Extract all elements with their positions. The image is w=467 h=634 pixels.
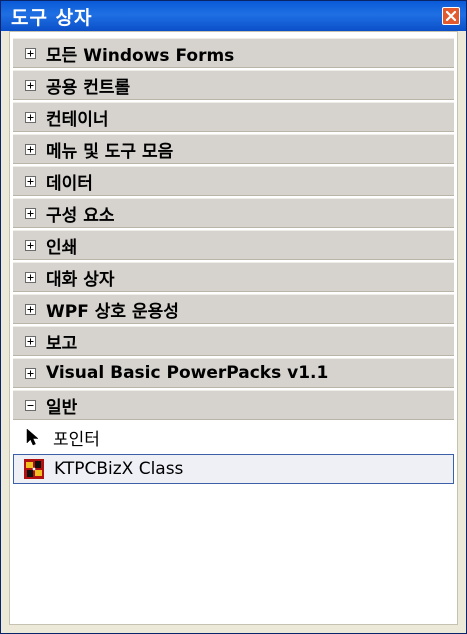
expand-icon[interactable] — [25, 303, 36, 315]
toolbox-panel: 모든 Windows Forms 공용 컨트롤 컨테이너 메뉴 및 도구 모음 … — [9, 31, 458, 625]
group-wpf-interop[interactable]: WPF 상호 운용성 — [13, 294, 454, 324]
group-label: 메뉴 및 도구 모음 — [46, 141, 174, 162]
toolbox-list: 모든 Windows Forms 공용 컨트롤 컨테이너 메뉴 및 도구 모음 … — [10, 32, 457, 484]
group-label: 인쇄 — [46, 237, 78, 258]
group-data[interactable]: 데이터 — [13, 166, 454, 196]
close-button[interactable] — [442, 7, 460, 25]
tool-item-label: 포인터 — [53, 429, 100, 450]
group-label: 공용 컨트롤 — [46, 77, 131, 98]
window-title: 도구 상자 — [11, 6, 93, 29]
tool-item-pointer[interactable]: 포인터 — [13, 422, 454, 452]
tool-item-ktpcbizx-class[interactable]: KTPCBizX Class — [13, 454, 454, 484]
group-containers[interactable]: 컨테이너 — [13, 102, 454, 132]
collapse-icon[interactable] — [25, 399, 36, 411]
group-label: 대화 상자 — [46, 269, 115, 290]
group-common-controls[interactable]: 공용 컨트롤 — [13, 70, 454, 100]
group-label: 일반 — [46, 397, 78, 418]
group-label: Visual Basic PowerPacks v1.1 — [46, 363, 329, 383]
group-menus-toolbars[interactable]: 메뉴 및 도구 모음 — [13, 134, 454, 164]
expand-icon[interactable] — [25, 175, 36, 187]
expand-icon[interactable] — [25, 367, 36, 379]
ktpcbizx-component-icon — [24, 459, 44, 479]
expand-icon[interactable] — [25, 111, 36, 123]
group-vb-powerpacks[interactable]: Visual Basic PowerPacks v1.1 — [13, 358, 454, 388]
expand-icon[interactable] — [25, 239, 36, 251]
group-label: 보고 — [46, 333, 78, 354]
toolbox-window: 도구 상자 모든 Windows Forms 공용 컨트롤 컨테이너 메뉴 및 … — [0, 0, 467, 634]
group-printing[interactable]: 인쇄 — [13, 230, 454, 260]
group-general[interactable]: 일반 — [13, 390, 454, 420]
expand-icon[interactable] — [25, 335, 36, 347]
group-components[interactable]: 구성 요소 — [13, 198, 454, 228]
tool-item-label: KTPCBizX Class — [54, 459, 184, 479]
expand-icon[interactable] — [25, 207, 36, 219]
group-label: 모든 Windows Forms — [46, 45, 235, 66]
expand-icon[interactable] — [25, 143, 36, 155]
group-label: 데이터 — [46, 173, 93, 194]
expand-icon[interactable] — [25, 79, 36, 91]
expand-icon[interactable] — [25, 47, 36, 59]
close-icon — [445, 10, 457, 22]
group-dialogs[interactable]: 대화 상자 — [13, 262, 454, 292]
group-label: 구성 요소 — [46, 205, 115, 226]
pointer-icon — [23, 427, 43, 447]
group-reporting[interactable]: 보고 — [13, 326, 454, 356]
expand-icon[interactable] — [25, 271, 36, 283]
group-all-windows-forms[interactable]: 모든 Windows Forms — [13, 38, 454, 68]
group-label: 컨테이너 — [46, 109, 109, 130]
title-bar[interactable]: 도구 상자 — [1, 1, 466, 31]
group-label: WPF 상호 운용성 — [46, 301, 179, 322]
